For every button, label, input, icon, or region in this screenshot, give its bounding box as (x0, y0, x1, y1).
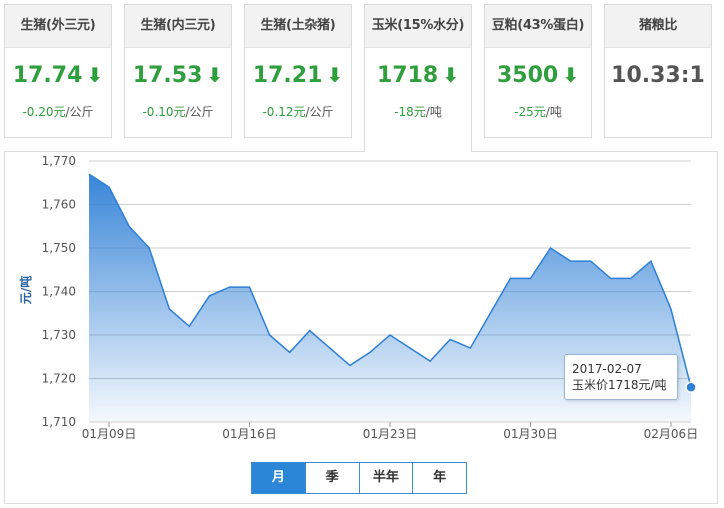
card-title: 玉米(15%水分) (365, 5, 471, 48)
card-change: -18元/吨 (394, 105, 442, 119)
y-tick-label: 1,770 (42, 154, 76, 168)
x-tick-label: 01月16日 (222, 427, 277, 441)
tooltip-date: 2017-02-07 (572, 362, 642, 376)
x-tick-label: 01月09日 (82, 427, 137, 441)
range-month-button[interactable]: 月 (252, 463, 305, 493)
x-tick-label: 01月30日 (503, 427, 558, 441)
tooltip: 2017-02-07 玉米价1718元/吨 (564, 354, 678, 400)
tooltip-text: 玉米价1718元/吨 (572, 378, 667, 392)
y-tick-label: 1,760 (42, 198, 76, 212)
range-selector: 月 季 半年 年 (251, 462, 467, 494)
y-axis-label: 元/吨 (18, 276, 33, 304)
y-tick-label: 1,750 (42, 241, 76, 255)
y-tick-label: 1,740 (42, 285, 76, 299)
range-quarter-button[interactable]: 季 (304, 463, 359, 493)
range-year-button[interactable]: 年 (412, 463, 466, 493)
x-tick-label: 02月06日 (644, 427, 699, 441)
card-corn[interactable]: 玉米(15%水分) 1718 ⬇ -18元/吨 (364, 4, 472, 152)
range-halfyear-button[interactable]: 半年 (358, 463, 413, 493)
x-tick-label: 01月23日 (363, 427, 418, 441)
y-tick-label: 1,710 (42, 415, 76, 429)
card-price: 1718 ⬇ (377, 63, 459, 88)
price-chart: 1,770 1,760 1,750 1,740 1,730 1,720 1,710 01月0… (18, 154, 699, 441)
arrow-down-icon: ⬇ (442, 63, 459, 87)
y-tick-label: 1,730 (42, 328, 76, 342)
series-last-point[interactable] (685, 381, 697, 393)
y-tick-label: 1,720 (42, 372, 76, 386)
